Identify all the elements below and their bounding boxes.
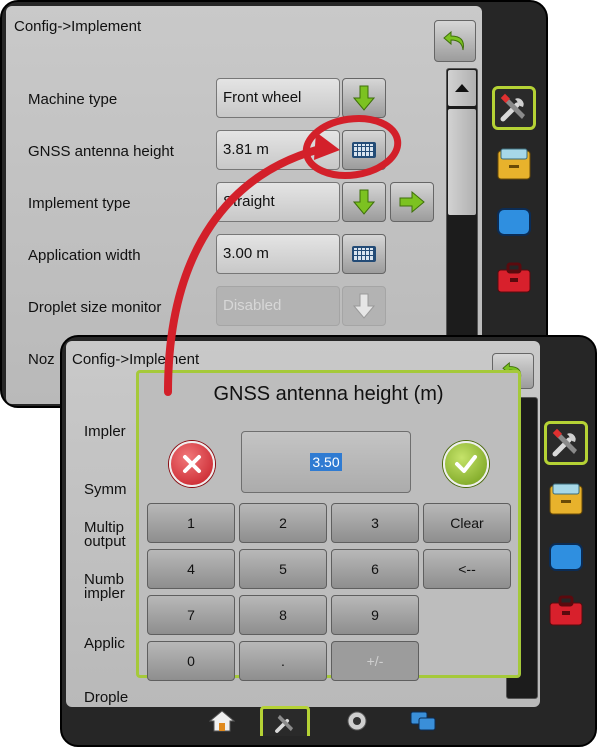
scroll-thumb[interactable]: [448, 109, 476, 215]
key-backspace[interactable]: <--: [423, 549, 511, 589]
droplet-size-monitor-dropdown-button: [342, 286, 386, 326]
dialog-title: GNSS antenna height (m): [213, 383, 444, 405]
scrollbar[interactable]: [446, 68, 478, 340]
arrow-down-icon: [353, 85, 375, 111]
keyboard-icon: [352, 246, 376, 262]
implement-type-field[interactable]: Straight: [216, 182, 340, 222]
key-7[interactable]: 7: [147, 595, 235, 635]
toolbox-icon: [497, 262, 531, 293]
accept-button[interactable]: [443, 441, 489, 487]
key-5[interactable]: 5: [239, 549, 327, 589]
value-display[interactable]: 3.50: [241, 431, 411, 493]
machine-type-dropdown-button[interactable]: [342, 78, 386, 118]
arrow-down-icon: [353, 293, 375, 319]
display-icon: [549, 543, 583, 571]
key-clear[interactable]: Clear: [423, 503, 511, 543]
tab-toolbox[interactable]: [544, 589, 588, 633]
key-4[interactable]: 4: [147, 549, 235, 589]
tab-tools[interactable]: [544, 421, 588, 465]
partial-label-application: Applic: [84, 635, 125, 652]
key-9[interactable]: 9: [331, 595, 419, 635]
droplet-size-monitor-field: Disabled: [216, 286, 340, 326]
tab-display[interactable]: [492, 200, 536, 244]
tab-camera[interactable]: [332, 706, 382, 736]
arrow-right-icon: [399, 191, 425, 213]
breadcrumb: Config->Implement: [14, 18, 142, 35]
scroll-up-button[interactable]: [448, 70, 476, 106]
toolbox-icon: [549, 595, 583, 626]
console-icon: [549, 483, 583, 515]
tools-icon: [500, 93, 525, 122]
console-icon: [497, 148, 531, 180]
row-label-implement-type: Implement type: [28, 195, 131, 212]
key-0[interactable]: 0: [147, 641, 235, 681]
gnss-antenna-height-keyboard-button[interactable]: [342, 130, 386, 170]
tab-console[interactable]: [544, 477, 588, 521]
row-label-gnss-antenna-height: GNSS antenna height: [28, 143, 174, 160]
row-label-nozzle: Noz: [28, 351, 55, 368]
implement-type-next-button[interactable]: [390, 182, 434, 222]
tools-icon: [552, 428, 577, 457]
machine-type-field[interactable]: Front wheel: [216, 78, 340, 118]
row-label-droplet-size-monitor: Droplet size monitor: [28, 299, 162, 316]
keyboard-icon: [352, 142, 376, 158]
key-6[interactable]: 6: [331, 549, 419, 589]
key-3[interactable]: 3: [331, 503, 419, 543]
partial-label-symmetry: Symm: [84, 481, 127, 498]
application-width-keyboard-button[interactable]: [342, 234, 386, 274]
undo-arrow-icon: [443, 30, 464, 51]
cancel-button[interactable]: [169, 441, 215, 487]
home-icon: [209, 710, 235, 732]
tab-data[interactable]: [398, 706, 448, 736]
application-width-field[interactable]: 3.00 m: [216, 234, 340, 274]
implement-type-dropdown-button[interactable]: [342, 182, 386, 222]
tab-tools-bottom[interactable]: [260, 706, 310, 736]
data-icon: [410, 711, 436, 731]
key-plus-minus: +/-: [331, 641, 419, 681]
chevron-up-icon: [455, 84, 469, 92]
tab-console[interactable]: [492, 142, 536, 186]
keypad-dialog: GNSS antenna height (m) 3.50 1 2 3 Clear…: [136, 370, 521, 681]
value-text[interactable]: 3.50: [310, 453, 342, 471]
back-button[interactable]: [434, 20, 476, 62]
gnss-antenna-height-field[interactable]: 3.81 m: [216, 130, 340, 170]
tools-icon: [275, 714, 294, 733]
partial-label-implement-2: impler: [84, 585, 125, 602]
close-icon: [183, 455, 201, 473]
key-8[interactable]: 8: [239, 595, 327, 635]
checkmark-icon: [455, 455, 477, 473]
partial-label-implement: Impler: [84, 423, 126, 440]
key-decimal[interactable]: .: [239, 641, 327, 681]
breadcrumb: Config->Implement: [72, 351, 200, 368]
tab-display[interactable]: [544, 535, 588, 579]
camera-icon: [347, 711, 367, 731]
key-1[interactable]: 1: [147, 503, 235, 543]
key-2[interactable]: 2: [239, 503, 327, 543]
display-icon: [497, 208, 531, 236]
tab-tools[interactable]: [492, 86, 536, 130]
row-label-application-width: Application width: [28, 247, 141, 264]
partial-label-output: output: [84, 533, 126, 550]
tab-home[interactable]: [197, 706, 247, 736]
arrow-down-icon: [353, 189, 375, 215]
row-label-machine-type: Machine type: [28, 91, 118, 108]
partial-label-droplet: Drople: [84, 689, 129, 706]
tab-toolbox[interactable]: [492, 256, 536, 300]
